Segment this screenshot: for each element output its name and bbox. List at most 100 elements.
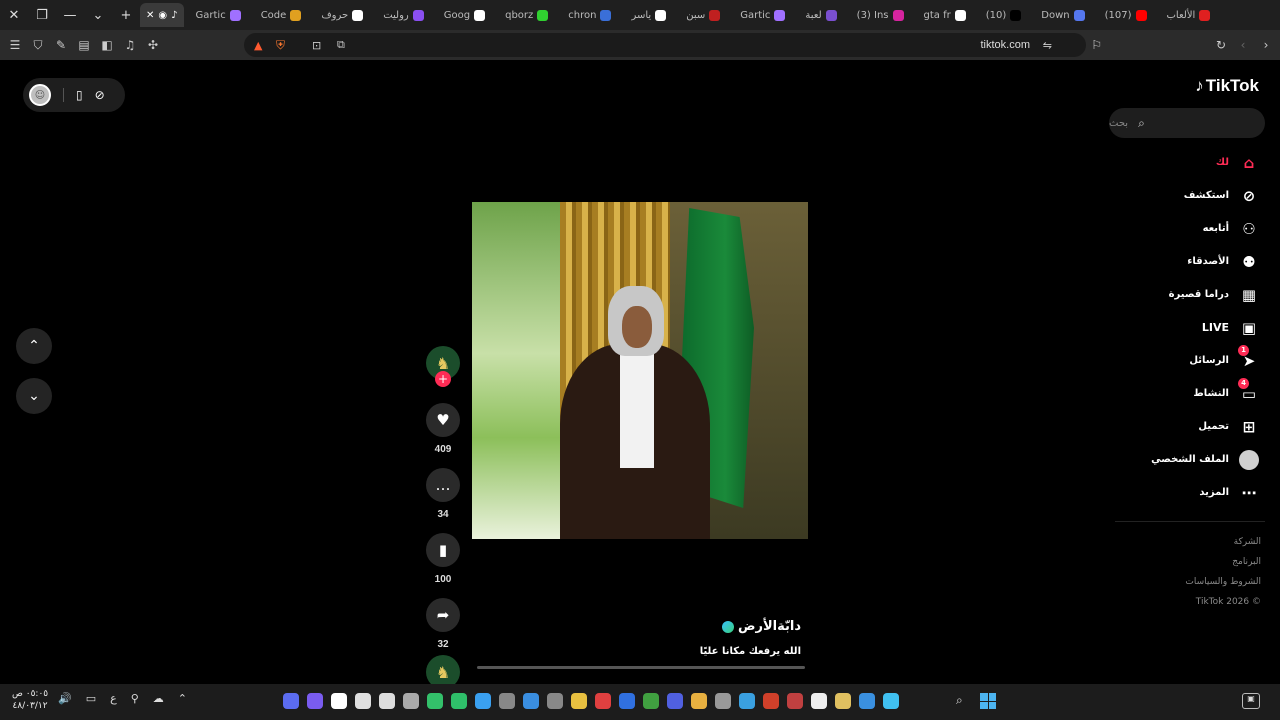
taskbar-app-icon[interactable] (307, 693, 323, 709)
puzzle-pin-icon[interactable]: ✎ (50, 34, 72, 56)
taskbar-app-icon[interactable] (475, 693, 491, 709)
browser-tab[interactable]: الألعاب (1161, 3, 1217, 27)
reload-icon[interactable]: ↻ (1210, 34, 1232, 56)
sidebar-item[interactable]: لك ⌂ (1119, 146, 1259, 179)
taskbar-app-icon[interactable] (691, 693, 707, 709)
forward-icon[interactable]: ‹ (1232, 34, 1254, 56)
browser-tab[interactable]: (3) Ins (851, 3, 910, 27)
notification-icon[interactable]: ▣ (1242, 693, 1260, 709)
reader-icon[interactable]: ▤ (73, 34, 95, 56)
sidebar-icon[interactable]: ◧ (96, 34, 118, 56)
taskbar-search-icon[interactable]: ⌕ (956, 693, 963, 708)
browser-tab[interactable]: (107) (1099, 3, 1153, 27)
taskbar-app-icon[interactable] (883, 693, 899, 709)
volume-icon[interactable]: 🔊 (58, 692, 72, 705)
taskbar-app-icon[interactable] (595, 693, 611, 709)
taskbar-app-icon[interactable] (787, 693, 803, 709)
windows-start-icon[interactable] (980, 693, 996, 709)
taskbar-app-icon[interactable] (379, 693, 395, 709)
tab-tiktok-active[interactable]: ✕ ◉ ♪ (140, 3, 184, 27)
next-video-button[interactable]: ⌄ (16, 378, 52, 414)
tab-list-chevron-icon[interactable]: ⌄ (84, 0, 112, 30)
sidebar-item[interactable]: الأصدقاء ⚉ (1119, 245, 1259, 278)
previous-video-button[interactable]: ⌃ (16, 328, 52, 364)
browser-tab[interactable]: gta fr (918, 3, 972, 27)
browser-tab[interactable]: Gartic (734, 3, 791, 27)
tray-overflow-chevron-icon[interactable]: ⌃ (178, 692, 187, 705)
browser-tab[interactable]: Gartic (190, 3, 247, 27)
browser-tab[interactable]: (10) (980, 3, 1028, 27)
sidebar-item[interactable]: النشاط ▭ 4 (1119, 377, 1259, 410)
sidebar-item[interactable]: الملف الشخصي (1119, 443, 1259, 476)
footer-link[interactable]: الشركة (1185, 532, 1261, 552)
taskbar-app-icon[interactable] (859, 693, 875, 709)
footer-link[interactable]: البرنامج (1185, 552, 1261, 572)
sidebar-item[interactable]: تحميل ⊞ (1119, 410, 1259, 443)
video-player[interactable] (472, 202, 808, 539)
search-input[interactable]: ⌕ بحث (1109, 108, 1265, 138)
microphone-icon[interactable]: ⚲ (131, 692, 139, 705)
compass-icon[interactable]: ⊘ (95, 88, 105, 102)
browser-tab[interactable]: Goog (438, 3, 491, 27)
sidebar-item[interactable]: دراما قصيرة ▦ (1119, 278, 1259, 311)
search-icon[interactable]: ⌕ (1138, 116, 1145, 131)
browser-tab[interactable]: qborz (499, 3, 554, 27)
sidebar-item[interactable]: أتابعه ⚇ (1119, 212, 1259, 245)
taskbar-app-icon[interactable] (523, 693, 539, 709)
taskbar-app-icon[interactable] (619, 693, 635, 709)
browser-tab[interactable]: Code (255, 3, 308, 27)
taskbar-clock[interactable]: ٠٥:٠٥ ص ٤٨/٠٣/١٢ (12, 688, 48, 712)
restore-window-icon[interactable]: ❐ (28, 0, 56, 30)
close-window-icon[interactable]: ✕ (0, 0, 28, 30)
tab-close-icon[interactable]: ✕ (146, 10, 154, 21)
author-name[interactable]: دابّةالأرض (721, 619, 801, 634)
extensions-icon[interactable]: ✣ (142, 34, 164, 56)
address-bar[interactable]: ▲ ⛨ ⊡ ⧉ tiktok.com ⇋ ⚐ (244, 33, 1102, 57)
video-progress-bar[interactable] (477, 666, 805, 669)
menu-icon[interactable]: ☰ (4, 34, 26, 56)
bookmark-icon[interactable]: ⚐ (1091, 38, 1102, 52)
site-settings-icon[interactable]: ⇋ (1043, 39, 1052, 52)
brave-shield-icon[interactable]: ⛨ (276, 38, 285, 53)
cloud-icon[interactable]: ☁ (153, 692, 164, 705)
music-icon[interactable]: ♫ (119, 34, 141, 56)
taskbar-app-icon[interactable] (499, 693, 515, 709)
taskbar-app-icon[interactable] (283, 693, 299, 709)
author-text[interactable]: دابّةالأرض (738, 619, 801, 634)
taskbar-app-icon[interactable] (835, 693, 851, 709)
sidebar-item[interactable]: الرسائل ➤ 1 (1119, 344, 1259, 377)
taskbar-app-icon[interactable] (571, 693, 587, 709)
taskbar-app-icon[interactable] (451, 693, 467, 709)
phone-icon[interactable]: ▯ (76, 88, 83, 102)
browser-tab[interactable]: ياسر (625, 3, 672, 27)
browser-tab[interactable]: روليت (377, 3, 430, 27)
footer-link[interactable]: © 2026 TikTok (1185, 592, 1261, 612)
browser-tab[interactable]: سبن (680, 3, 726, 27)
sidebar-item[interactable]: المزيد ⋯ (1119, 476, 1259, 509)
taskbar-app-icon[interactable] (667, 693, 683, 709)
tiktok-logo[interactable]: ♪ TikTok (1195, 76, 1259, 96)
sidebar-item[interactable]: LIVE ▣ (1119, 311, 1259, 344)
browser-tab[interactable]: Down (1035, 3, 1090, 27)
browser-tab[interactable]: chron (562, 3, 617, 27)
new-tab-button[interactable]: + (112, 0, 140, 30)
taskbar-app-icon[interactable] (403, 693, 419, 709)
shield-icon[interactable]: ⛉ (27, 34, 49, 56)
taskbar-app-icon[interactable] (331, 693, 347, 709)
taskbar-app-icon[interactable] (355, 693, 371, 709)
like-heart-icon[interactable]: ♥ (426, 403, 460, 437)
display-icon[interactable]: ▭ (86, 692, 96, 705)
browser-tab[interactable]: حروف (315, 3, 369, 27)
brave-rewards-icon[interactable]: ▲ (254, 39, 262, 52)
taskbar-app-icon[interactable] (643, 693, 659, 709)
account-avatar[interactable]: ☺ (29, 84, 51, 106)
bookmark-save-icon[interactable]: ▮ (426, 533, 460, 567)
taskbar-app-icon[interactable] (547, 693, 563, 709)
taskbar-app-icon[interactable] (427, 693, 443, 709)
comment-icon[interactable]: … (426, 468, 460, 502)
taskbar-app-icon[interactable] (739, 693, 755, 709)
screenshot-icon[interactable]: ⊡ (312, 39, 321, 52)
share-arrow-icon[interactable]: ➦ (426, 598, 460, 632)
translate-icon[interactable]: ⧉ (337, 38, 345, 52)
browser-tab[interactable]: لعبة (799, 3, 842, 27)
